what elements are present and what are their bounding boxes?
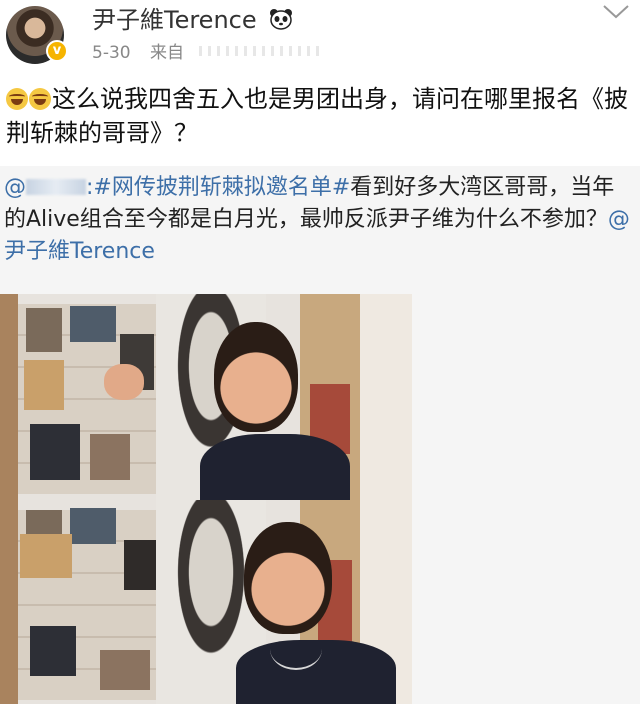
wall-photo xyxy=(26,308,62,352)
wall-photo xyxy=(100,650,150,690)
hashtag-link[interactable]: #网传披荆斩棘拟邀名单# xyxy=(93,175,350,200)
person-head xyxy=(214,322,298,432)
author-name[interactable]: 尹子維Terence xyxy=(92,0,294,35)
verified-badge-icon: v xyxy=(46,40,68,62)
author-name-text[interactable]: 尹子維Terence xyxy=(92,6,257,34)
at-sign[interactable]: @ xyxy=(4,175,26,200)
wall-photo xyxy=(124,540,156,590)
laugh-cry-emoji-icon xyxy=(29,88,51,110)
wall-photo xyxy=(24,360,64,410)
chevron-down-icon[interactable] xyxy=(602,4,630,20)
wall-photo xyxy=(70,508,116,544)
wall-photo xyxy=(70,306,116,342)
repost-author-link[interactable]: @: xyxy=(4,175,93,200)
laugh-cry-emoji-icon xyxy=(6,88,28,110)
person-body xyxy=(200,434,350,500)
post-text: 这么说我四舍五入也是男团出身，请问在哪里报名《披荆斩棘的哥哥》？ xyxy=(6,85,628,147)
post-body: 这么说我四舍五入也是男团出身，请问在哪里报名《披荆斩棘的哥哥》？ xyxy=(6,82,632,150)
repost-body: @:#网传披荆斩棘拟邀名单#看到好多大湾区哥哥，当年的Alive组合至今都是白月… xyxy=(4,172,636,268)
repost-photo-1[interactable] xyxy=(0,294,412,500)
repost-photo-2[interactable] xyxy=(0,500,412,704)
panda-icon xyxy=(270,9,293,30)
post-source-label: 来自 xyxy=(150,43,184,63)
person-head xyxy=(244,522,332,634)
necklace xyxy=(270,628,322,670)
wall-photo xyxy=(20,534,72,578)
wall-photo xyxy=(30,424,80,480)
wall-photo xyxy=(90,434,130,480)
wall-photo xyxy=(30,626,76,676)
post-header: v 尹子維Terence 5-30 来自 xyxy=(0,0,640,70)
person-hand xyxy=(104,364,144,400)
post-date: 5-30 xyxy=(92,43,131,63)
post-source-obscured xyxy=(199,46,320,56)
repost-card[interactable]: @:#网传披荆斩棘拟邀名单#看到好多大湾区哥哥，当年的Alive组合至今都是白月… xyxy=(0,166,640,704)
post-meta: 5-30 来自 xyxy=(92,38,320,63)
repost-author-obscured[interactable] xyxy=(26,179,86,195)
